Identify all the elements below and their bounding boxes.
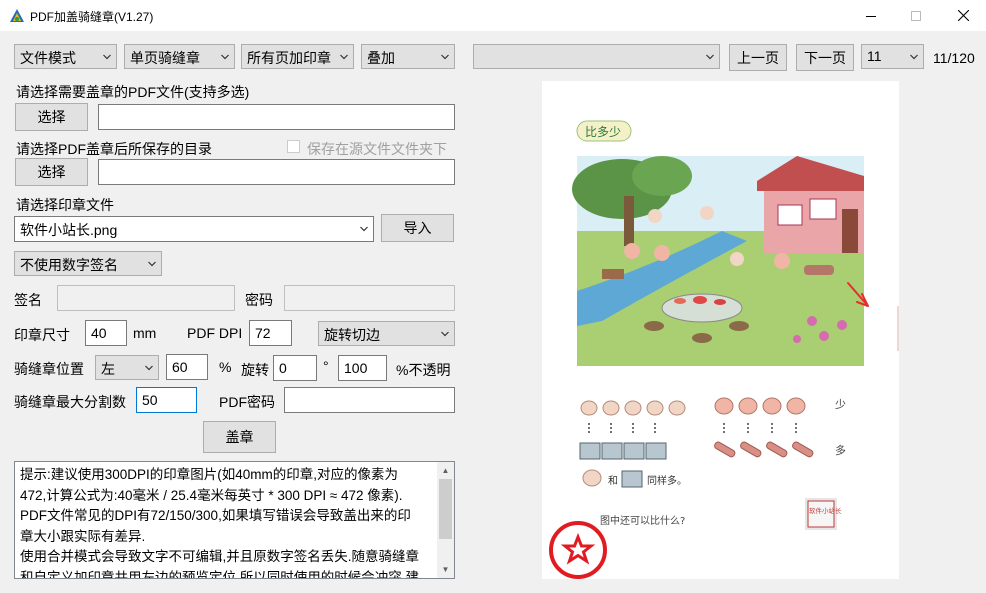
- save-in-source-checkbox[interactable]: [287, 140, 300, 153]
- chevron-down-icon: [145, 365, 153, 371]
- badge-text: 比多少: [585, 125, 621, 139]
- info-line: 472,计算公式为:40毫米 / 25.4毫米每英寸 * 300 DPI ≈ 4…: [20, 487, 403, 503]
- pdf-password-label: PDF密码: [219, 394, 275, 410]
- info-line: 提示:建议使用300DPI的印章图片(如40mm的印章,对应的像素为: [20, 467, 399, 482]
- chevron-down-icon: [441, 54, 449, 60]
- seam-position-percent-input[interactable]: 60: [166, 354, 208, 380]
- sign-name-input[interactable]: [57, 285, 235, 311]
- rotate-mode-select[interactable]: 旋转切边: [318, 321, 455, 346]
- select-dir-button[interactable]: 选择: [15, 158, 88, 186]
- row-label-more: 多: [835, 443, 846, 457]
- scroll-down-icon[interactable]: ▼: [437, 561, 454, 578]
- stamp-size-unit: mm: [133, 325, 157, 341]
- opacity-input[interactable]: 100: [338, 355, 387, 381]
- pdf-password-input[interactable]: [284, 387, 455, 413]
- app-logo-icon: [10, 9, 24, 22]
- seam-position-label: 骑缝章位置: [14, 361, 84, 377]
- question-text: 图中还可以比什么?: [600, 514, 685, 527]
- chevron-down-icon: [910, 54, 918, 60]
- mode-select[interactable]: 文件模式: [14, 44, 117, 69]
- minimize-button[interactable]: [848, 0, 894, 31]
- pdf-files-input[interactable]: [98, 104, 455, 130]
- maximize-button[interactable]: [893, 0, 939, 31]
- mode-select-value: 文件模式: [20, 50, 76, 66]
- seam-position-value: 左: [101, 361, 115, 377]
- window-title: PDF加盖骑缝章(V1.27): [30, 10, 154, 24]
- apply-stamp-button[interactable]: 盖章: [203, 421, 276, 453]
- overlay-value: 叠加: [367, 50, 395, 66]
- title-bar: PDF加盖骑缝章(V1.27): [0, 0, 986, 31]
- chevron-down-icon: [340, 54, 348, 60]
- next-page-button[interactable]: 下一页: [796, 44, 854, 71]
- overlay-select[interactable]: 叠加: [361, 44, 455, 69]
- pdf-dpi-input[interactable]: 72: [249, 320, 292, 346]
- info-line: 使用合并模式会导致文字不可编辑,并且原数字签名丢失.随意骑缝章: [20, 549, 420, 564]
- pdf-files-label: 请选择需要盖章的PDF文件(支持多选): [16, 84, 250, 100]
- page-scope-value: 所有页加印章: [247, 50, 331, 66]
- minimize-icon: [866, 15, 876, 17]
- page-number-select[interactable]: 11: [861, 44, 924, 69]
- rotate-input[interactable]: 0: [273, 355, 317, 381]
- save-in-source-label: 保存在源文件文件夹下: [307, 141, 447, 157]
- pdf-preview[interactable]: 比多少 少 多 和 同样多。 图中还可以比什么? 软件小站长: [542, 81, 899, 579]
- save-dir-label: 请选择PDF盖章后所保存的目录: [16, 141, 212, 157]
- rotate-mode-value: 旋转切边: [324, 327, 380, 343]
- maximize-icon: [911, 10, 921, 21]
- info-textarea[interactable]: 提示:建议使用300DPI的印章图片(如40mm的印章,对应的像素为 472,计…: [14, 461, 455, 579]
- preview-page: 比多少 少 多 和 同样多。 图中还可以比什么? 软件小站长: [549, 120, 899, 579]
- max-split-input[interactable]: 50: [136, 387, 197, 413]
- sign-name-label: 签名: [14, 292, 42, 308]
- percent-sign: %: [219, 359, 232, 375]
- stamp-file-select[interactable]: 软件小站长.png: [14, 216, 374, 242]
- import-button[interactable]: 导入: [381, 214, 454, 242]
- stamp-file-value: 软件小站长.png: [20, 222, 118, 238]
- prev-page-button[interactable]: 上一页: [729, 44, 787, 71]
- page-count: 11/120: [933, 50, 975, 66]
- compare-and-text: 和: [608, 475, 618, 487]
- info-line: 章大小跟实际有差异.: [20, 528, 146, 544]
- stamp-size-input[interactable]: 40: [85, 320, 127, 346]
- scrollbar-thumb[interactable]: [439, 479, 452, 539]
- seal-type-select[interactable]: 单页骑缝章: [124, 44, 235, 69]
- file-select[interactable]: [473, 44, 720, 69]
- password-input[interactable]: [284, 285, 455, 311]
- select-pdf-button[interactable]: 选择: [15, 103, 88, 131]
- degree-sign: °: [323, 358, 329, 374]
- digital-sign-select[interactable]: 不使用数字签名: [14, 251, 162, 276]
- close-button[interactable]: [940, 0, 986, 31]
- chevron-down-icon: [221, 54, 229, 60]
- compare-same-text: 同样多。: [647, 474, 687, 487]
- info-line: PDF文件常见的DPI有72/150/300,如果填写错误会导致盖出来的印: [20, 508, 411, 523]
- stamp-size-label: 印章尺寸: [14, 327, 70, 343]
- digital-sign-value: 不使用数字签名: [20, 257, 118, 273]
- info-text: 提示:建议使用300DPI的印章图片(如40mm的印章,对应的像素为 472,计…: [20, 465, 438, 579]
- chevron-down-icon: [441, 331, 449, 337]
- info-line: 和自定义加印章共用左边的预览定位,所以同时使用的时候会冲突,建: [20, 569, 420, 579]
- chevron-down-icon: [360, 226, 368, 232]
- seam-position-select[interactable]: 左: [95, 355, 159, 380]
- info-scrollbar[interactable]: ▲ ▼: [437, 462, 454, 578]
- close-icon: [957, 10, 969, 21]
- pdf-dpi-label: PDF DPI: [187, 325, 243, 341]
- row-label-less: 少: [835, 398, 846, 411]
- seal-type-value: 单页骑缝章: [130, 50, 200, 66]
- password-label: 密码: [245, 292, 273, 308]
- opacity-label: %不透明: [396, 362, 451, 378]
- chevron-down-icon: [148, 261, 156, 267]
- stamp-logo-text: 软件小站长: [809, 506, 842, 515]
- save-dir-input[interactable]: [98, 159, 455, 185]
- rotate-label: 旋转: [241, 362, 269, 378]
- scroll-up-icon[interactable]: ▲: [437, 462, 454, 479]
- page-number-value: 11: [867, 48, 882, 64]
- page-scope-select[interactable]: 所有页加印章: [241, 44, 354, 69]
- chevron-down-icon: [706, 54, 714, 60]
- max-split-label: 骑缝章最大分割数: [14, 394, 126, 410]
- chevron-down-icon: [103, 54, 111, 60]
- stamp-file-label: 请选择印章文件: [16, 197, 114, 213]
